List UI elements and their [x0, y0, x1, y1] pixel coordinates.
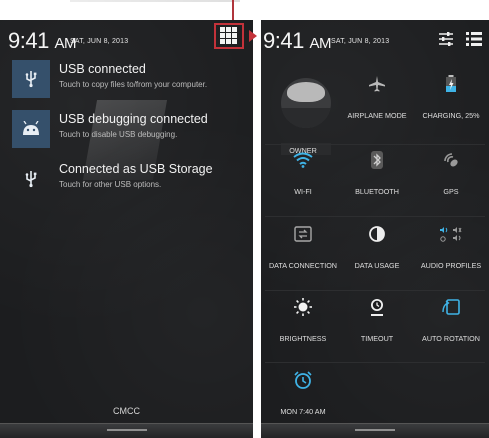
data-connection-icon — [289, 220, 317, 248]
tile-battery[interactable]: CHARGING, 25% — [413, 60, 489, 138]
bluetooth-icon — [363, 146, 391, 174]
status-bar: 9:41 AM SAT, JUN 8, 2013 — [261, 20, 489, 58]
tile-label: AUTO ROTATION — [422, 334, 480, 343]
tile-audio-profiles[interactable]: AUDIO PROFILES — [413, 210, 489, 288]
notification-subtitle: Touch to disable USB debugging. — [59, 130, 178, 139]
notification-subtitle: Touch to copy files to/from your compute… — [59, 80, 208, 89]
tile-timeout[interactable]: TIMEOUT — [339, 283, 415, 361]
notification-panel: 9:41 AM SAT, JUN 8, 2013 USB connected T… — [0, 20, 253, 438]
notification-title: USB debugging connected — [59, 112, 208, 126]
usb-icon — [12, 60, 50, 98]
tile-wifi[interactable]: WI-FI — [265, 136, 341, 214]
tile-brightness[interactable]: BRIGHTNESS — [265, 283, 341, 361]
status-date: SAT, JUN 8, 2013 — [70, 38, 129, 45]
notification-title: Connected as USB Storage — [59, 162, 213, 176]
clock-time: 9:41 — [263, 28, 304, 53]
auto-rotation-icon — [437, 293, 465, 321]
battery-charging-icon — [437, 70, 465, 98]
clock: 9:41 AM — [263, 28, 331, 54]
gps-icon — [437, 146, 465, 174]
clock: 9:41 AM — [8, 28, 76, 54]
android-debug-icon — [12, 110, 50, 148]
tile-label: GPS — [443, 187, 459, 196]
quick-settings-grid-icon[interactable] — [220, 27, 238, 45]
notification-subtitle: Touch for other USB options. — [59, 180, 162, 189]
tile-label: CHARGING, 25% — [422, 111, 480, 120]
tile-label: BRIGHTNESS — [279, 334, 327, 343]
callout-line — [232, 0, 234, 22]
tile-airplane-mode[interactable]: AIRPLANE MODE — [339, 60, 415, 138]
quick-settings-panel: 9:41 AM SAT, JUN 8, 2013 OWNER AIRPLANE … — [261, 20, 489, 438]
notification-usb-connected[interactable]: USB connected Touch to copy files to/fro… — [12, 60, 248, 98]
notification-usb-debugging[interactable]: USB debugging connected Touch to disable… — [12, 110, 248, 148]
owner-avatar — [281, 78, 331, 128]
tile-bluetooth[interactable]: BLUETOOTH — [339, 136, 415, 214]
clock-time: 9:41 — [8, 28, 49, 53]
airplane-icon — [363, 70, 391, 98]
tile-label: AUDIO PROFILES — [420, 261, 482, 270]
drag-handle[interactable] — [261, 423, 489, 438]
tile-owner[interactable]: OWNER — [265, 60, 341, 155]
tile-gps[interactable]: GPS — [413, 136, 489, 214]
settings-sliders-icon[interactable] — [437, 30, 455, 48]
arrow-right-icon — [249, 30, 257, 42]
alarm-clock-icon — [289, 366, 317, 394]
data-usage-icon — [363, 220, 391, 248]
tile-data-connection[interactable]: DATA CONNECTION — [265, 210, 341, 288]
tile-label: MON 7:40 AM — [280, 407, 326, 416]
notification-title: USB connected — [59, 62, 146, 76]
tile-label: DATA CONNECTION — [268, 261, 337, 270]
clock-ampm: AM — [309, 35, 331, 52]
usb-icon — [12, 160, 50, 198]
notification-usb-storage[interactable]: Connected as USB Storage Touch for other… — [12, 160, 248, 198]
timeout-icon — [363, 293, 391, 321]
tile-label: AIRPLANE MODE — [347, 111, 407, 120]
carrier-label: CMCC — [113, 406, 140, 416]
tile-label: DATA USAGE — [354, 261, 400, 270]
notification-list-icon[interactable] — [465, 30, 483, 48]
tile-label: TIMEOUT — [360, 334, 394, 343]
tile-data-usage[interactable]: DATA USAGE — [339, 210, 415, 288]
audio-profiles-icon — [437, 220, 465, 248]
caption-underline — [70, 0, 240, 2]
brightness-icon — [289, 293, 317, 321]
wifi-icon — [289, 146, 317, 174]
status-date: SAT, JUN 8, 2013 — [331, 38, 390, 45]
drag-handle[interactable] — [0, 423, 253, 438]
tile-label: WI-FI — [294, 187, 312, 196]
tile-label: BLUETOOTH — [355, 187, 399, 196]
tile-auto-rotation[interactable]: AUTO ROTATION — [413, 283, 489, 361]
